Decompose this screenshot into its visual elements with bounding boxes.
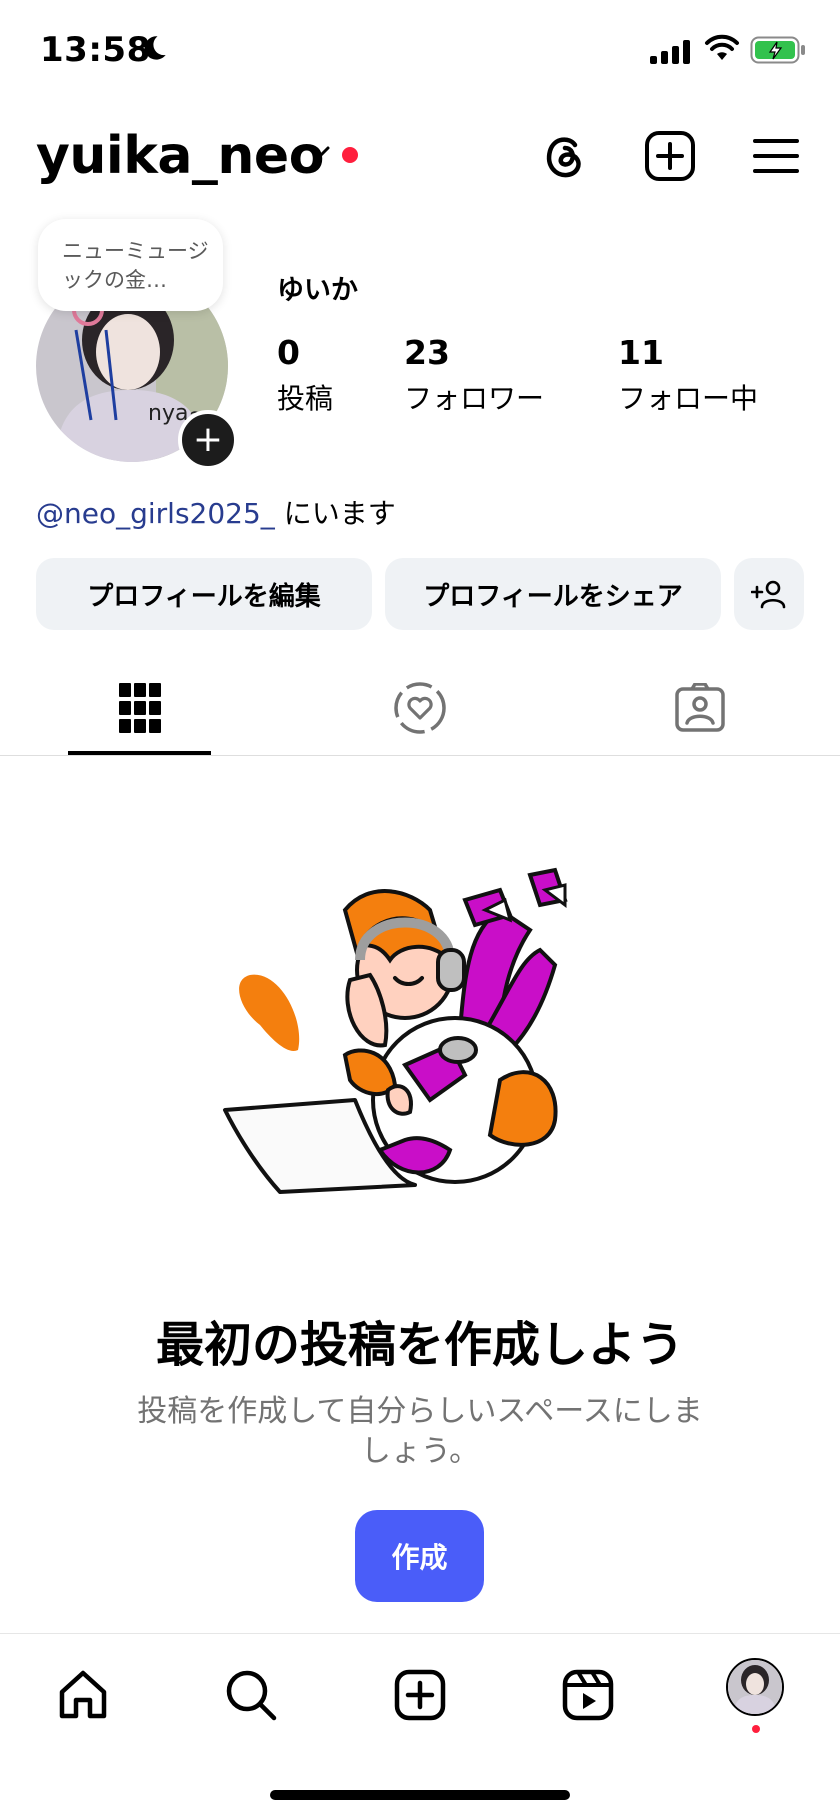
tagged-person-icon <box>675 683 725 732</box>
nav-home[interactable] <box>48 1660 118 1730</box>
nav-create[interactable] <box>385 1660 455 1730</box>
empty-state-title: 最初の投稿を作成しよう <box>155 1317 684 1373</box>
moon-icon <box>140 34 168 66</box>
battery-charging-icon <box>750 36 806 68</box>
dashed-heart-circle-icon <box>394 682 446 734</box>
empty-state-subtitle: 投稿を作成して自分らしいスペースにしましょう。 <box>137 1394 703 1469</box>
profile-notification-dot <box>752 1725 760 1733</box>
following-label[interactable]: フォロー中 <box>618 377 758 417</box>
location-line: @neo_girls2025_ にいます <box>36 492 396 532</box>
location-suffix: にいます <box>274 497 396 530</box>
tab-tagged[interactable] <box>560 672 840 744</box>
threads-icon[interactable] <box>536 128 592 184</box>
profile-note-bubble[interactable]: ニューミュージックの金… <box>38 219 223 311</box>
notification-dot <box>342 147 358 163</box>
posts-label[interactable]: 投稿 <box>277 377 333 417</box>
location-mention-link[interactable]: @neo_girls2025_ <box>36 497 275 530</box>
discover-people-button[interactable] <box>734 558 804 630</box>
cellular-signal-icon <box>650 40 690 64</box>
nav-reels[interactable] <box>553 1660 623 1730</box>
share-profile-button[interactable]: プロフィールをシェア <box>385 558 721 630</box>
profile-username[interactable]: yuika_neo <box>36 126 324 186</box>
following-count[interactable]: 11 <box>618 333 664 372</box>
tab-divider <box>0 755 840 756</box>
home-icon <box>59 1670 107 1719</box>
bottom-nav-divider <box>0 1633 840 1634</box>
add-story-plus-icon[interactable]: + <box>178 410 238 470</box>
create-plus-icon[interactable] <box>642 128 698 184</box>
edit-profile-button[interactable]: プロフィールを編集 <box>36 558 372 630</box>
status-time: 13:58 <box>40 30 151 70</box>
chevron-down-icon[interactable] <box>305 143 333 167</box>
create-plus-icon <box>394 1669 446 1721</box>
tab-reposts[interactable] <box>280 672 560 744</box>
grid-icon <box>119 683 161 733</box>
tab-posts-grid[interactable] <box>0 672 280 744</box>
empty-state-illustration <box>210 850 630 1250</box>
menu-icon[interactable] <box>748 128 804 184</box>
home-indicator[interactable] <box>270 1790 570 1800</box>
create-post-button[interactable]: 作成 <box>355 1510 484 1602</box>
reels-icon <box>562 1669 614 1721</box>
wifi-icon <box>704 34 740 66</box>
nav-search[interactable] <box>216 1660 286 1730</box>
add-person-icon <box>751 580 786 609</box>
posts-count[interactable]: 0 <box>277 333 300 372</box>
nav-profile-avatar[interactable] <box>726 1658 784 1716</box>
followers-label[interactable]: フォロワー <box>404 377 544 417</box>
followers-count[interactable]: 23 <box>404 333 450 372</box>
search-icon <box>226 1670 277 1721</box>
display-name: ゆいか <box>277 275 358 306</box>
